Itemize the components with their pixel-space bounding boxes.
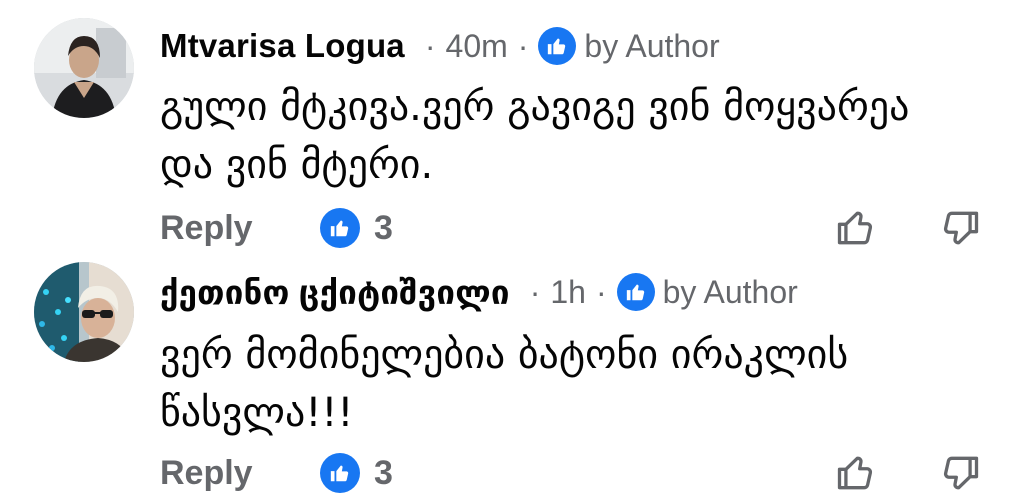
vote-controls xyxy=(832,204,984,252)
separator: · xyxy=(424,27,436,64)
comment: ქეთინო ცქიტიშვილი · 1h · by Author ვერ მ… xyxy=(0,250,1024,500)
separator: · xyxy=(517,27,529,64)
comment-meta: · 40m · by Author xyxy=(415,27,720,65)
avatar[interactable] xyxy=(34,262,134,362)
comment-actions: Reply 3 xyxy=(160,203,994,253)
author-name[interactable]: ქეთინო ცქიტიშვილი xyxy=(160,273,510,312)
comment-actions: Reply 3 xyxy=(160,448,994,498)
thumbs-down-outline-icon xyxy=(943,456,979,490)
reply-button[interactable]: Reply xyxy=(160,209,320,248)
reply-button[interactable]: Reply xyxy=(160,454,320,493)
avatar[interactable] xyxy=(34,18,134,118)
downvote-button[interactable] xyxy=(936,449,984,497)
downvote-button[interactable] xyxy=(936,204,984,252)
author-like-label: by Author xyxy=(584,27,720,64)
thumbs-down-outline-icon xyxy=(943,211,979,245)
separator: · xyxy=(595,273,607,310)
thumbs-up-icon xyxy=(320,208,360,248)
reaction-summary[interactable]: 3 xyxy=(320,208,393,248)
thumbs-up-icon xyxy=(320,453,360,493)
upvote-button[interactable] xyxy=(832,204,880,252)
separator: · xyxy=(529,273,541,310)
thumbs-up-icon xyxy=(538,27,577,65)
upvote-button[interactable] xyxy=(832,449,880,497)
like-count: 3 xyxy=(374,453,393,492)
comment-header: ქეთინო ცქიტიშვილი · 1h · by Author xyxy=(160,272,798,312)
comment-header: Mtvarisa Logua · 40m · by Author xyxy=(160,26,720,66)
thumbs-up-outline-icon xyxy=(837,456,873,490)
timestamp[interactable]: 40m xyxy=(446,28,508,65)
vote-controls xyxy=(832,449,984,497)
reaction-summary[interactable]: 3 xyxy=(320,453,393,493)
comment: Mtvarisa Logua · 40m · by Author გული მტ… xyxy=(0,0,1024,250)
timestamp[interactable]: 1h xyxy=(550,274,586,311)
like-count: 3 xyxy=(374,208,393,247)
author-like-label: by Author xyxy=(662,273,798,310)
comment-meta: · 1h · by Author xyxy=(520,273,798,311)
comment-text: გული მტკივა.ვერ გავიგე ვინ მოყვარეა და ვ… xyxy=(160,84,910,188)
thumbs-up-outline-icon xyxy=(837,211,873,245)
thumbs-up-icon xyxy=(616,273,655,311)
author-name[interactable]: Mtvarisa Logua xyxy=(160,27,405,65)
comment-text: ვერ მომინელებია ბატონი ირაკლის წასვლა!!! xyxy=(160,332,849,436)
